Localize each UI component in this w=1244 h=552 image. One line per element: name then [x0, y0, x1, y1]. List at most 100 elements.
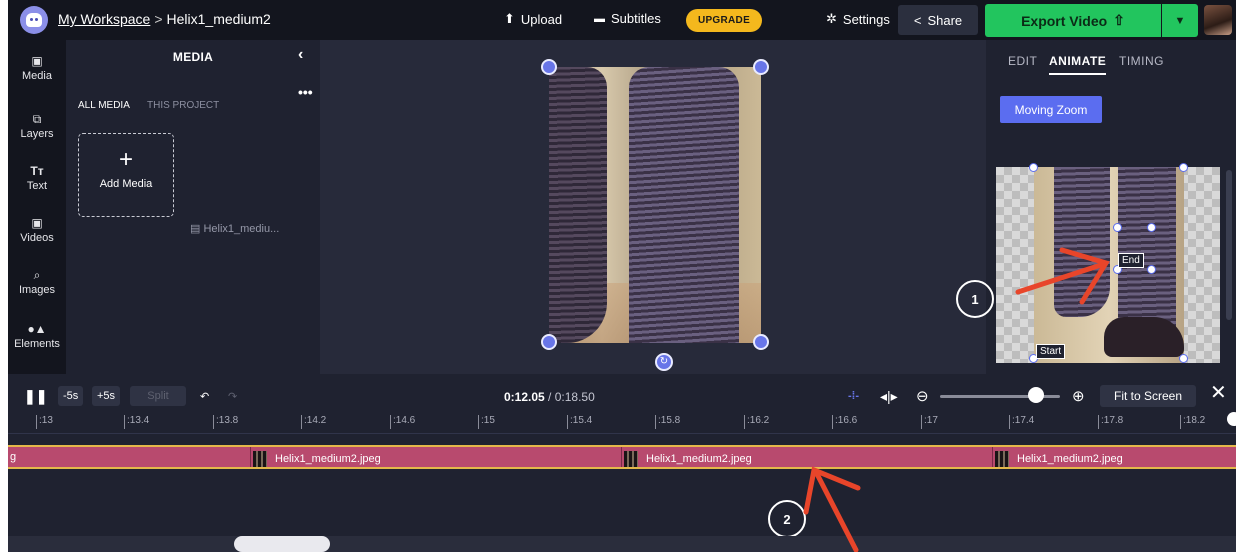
rail-label: Elements [14, 338, 60, 350]
undo-button[interactable]: ↶ [200, 386, 209, 406]
timeline-clip[interactable]: Helix1_medium2.jpeg [253, 451, 381, 467]
media-panel: MEDIA ‹ ••• ALL MEDIA THIS PROJECT + Add… [66, 40, 320, 374]
export-video-button[interactable]: Export Video ⇧ [985, 4, 1161, 37]
clip-name: Helix1_medium2.jpeg [275, 453, 381, 465]
ruler-tick: :15 [478, 415, 495, 429]
zoom-in-button[interactable]: ⊕ [1072, 386, 1085, 406]
clip-divider [992, 447, 993, 467]
split-label: Split [147, 390, 169, 402]
rail-item-text[interactable]: Tт Text [8, 164, 66, 192]
end-frame-handle[interactable] [1147, 223, 1156, 232]
tab-animate[interactable]: ANIMATE [1049, 54, 1107, 75]
gear-icon: ✲ [826, 11, 837, 26]
redo-icon: ↷ [228, 390, 238, 403]
pause-icon: ❚❚ [24, 387, 48, 404]
subtitles-button[interactable]: ▬ Subtitles [594, 11, 661, 26]
zoom-slider-knob[interactable] [1028, 387, 1044, 403]
rail-item-layers[interactable]: ⧉ Layers [8, 112, 66, 140]
rail-item-elements[interactable]: ●▲ Elements [8, 322, 66, 350]
clip-thumbnail [995, 451, 1009, 467]
rail-item-videos[interactable]: ▣ Videos [8, 216, 66, 244]
upgrade-button[interactable]: UPGRADE [686, 9, 762, 32]
annotation-marker-2: 2 [768, 500, 806, 538]
layers-icon: ⧉ [32, 112, 42, 126]
add-media-label: Add Media [99, 178, 153, 190]
timeline-scroll-thumb[interactable] [234, 536, 330, 552]
start-frame-handle[interactable] [1179, 163, 1188, 172]
images-icon: ⌕ [33, 268, 41, 282]
animation-preview: End Start [996, 163, 1220, 363]
split-button[interactable]: Split [130, 386, 186, 406]
tab-timing[interactable]: TIMING [1119, 54, 1164, 68]
upload-icon: ⬆ [504, 11, 515, 26]
rail-label: Layers [20, 128, 54, 140]
app-logo[interactable] [20, 6, 48, 34]
snap-toggle[interactable]: -⁞- [848, 386, 859, 406]
panel-scrollbar[interactable] [1226, 170, 1232, 320]
ruler-scroll-knob[interactable] [1227, 412, 1236, 426]
pause-button[interactable]: ❚❚ [24, 386, 47, 406]
zoom-in-icon: ⊕ [1072, 388, 1085, 405]
split-at-playhead-button[interactable]: ◂|▸ [880, 386, 898, 406]
elements-icon: ●▲ [27, 322, 47, 336]
rotate-handle[interactable]: ↻ [655, 353, 673, 371]
timeline-clip[interactable]: Helix1_medium2.jpeg [624, 451, 752, 467]
media-file-name: Helix1_mediu... [203, 223, 280, 235]
rotate-icon: ↻ [659, 356, 669, 367]
tab-edit[interactable]: EDIT [1008, 54, 1037, 68]
start-frame-handle[interactable] [1179, 354, 1188, 363]
collapse-panel-icon[interactable]: ‹ [298, 46, 303, 64]
share-button[interactable]: < Share [898, 5, 978, 35]
media-file-item[interactable]: ▤ Helix1_mediu... [190, 222, 279, 235]
ruler-tick: :14.2 [301, 415, 326, 429]
ruler-tick: :17 [921, 415, 938, 429]
end-frame-tag: End [1118, 253, 1144, 268]
workspace-link[interactable]: My Workspace [58, 11, 150, 27]
ruler-tick: :16.2 [744, 415, 769, 429]
timeline-ruler[interactable]: :13 :13.4 :13.8 :14.2 :14.6 :15 :15.4 :1… [8, 412, 1236, 434]
user-avatar[interactable] [1204, 5, 1232, 35]
project-title[interactable]: Helix1_medium2 [167, 11, 271, 27]
timeline-scrollbar[interactable] [8, 536, 1236, 552]
clip-name: Helix1_medium2.jpeg [1017, 453, 1123, 465]
end-frame-handle[interactable] [1113, 223, 1122, 232]
subtitles-label: Subtitles [611, 11, 661, 26]
text-icon: Tт [30, 164, 44, 178]
canvas-image[interactable] [549, 67, 761, 343]
preview-sock-left [1054, 167, 1110, 317]
upload-button[interactable]: ⬆ Upload [504, 11, 562, 27]
media-icon: ▣ [31, 54, 43, 68]
close-timeline-icon[interactable]: ✕ [1210, 380, 1227, 405]
empty-track-area[interactable] [8, 469, 1236, 536]
resize-handle-bottom-left[interactable] [541, 334, 557, 350]
redo-button[interactable]: ↷ [228, 386, 237, 406]
fit-to-screen-button[interactable]: Fit to Screen [1100, 385, 1196, 407]
rail-label: Media [22, 70, 52, 82]
resize-handle-bottom-right[interactable] [753, 334, 769, 350]
settings-button[interactable]: ✲ Settings [826, 11, 890, 27]
timeline-clip[interactable]: Helix1_medium2.jpeg [995, 451, 1123, 467]
back-5s-button[interactable]: -5s [58, 386, 84, 406]
resize-handle-top-right[interactable] [753, 59, 769, 75]
end-frame-handle[interactable] [1147, 265, 1156, 274]
resize-handle-top-left[interactable] [541, 59, 557, 75]
total-time: / 0:18.50 [548, 390, 595, 404]
share-icon: < [913, 12, 922, 28]
add-media-button[interactable]: + Add Media [78, 133, 174, 217]
properties-panel: EDIT ANIMATE TIMING Moving Zoom End Star… [956, 40, 1236, 374]
ruler-tick: :13 [36, 415, 53, 429]
start-frame-handle[interactable] [1029, 163, 1038, 172]
export-options-dropdown[interactable]: ▼ [1162, 4, 1198, 37]
logo-icon [26, 13, 42, 27]
image-track[interactable]: g Helix1_medium2.jpeg Helix1_medium2.jpe… [8, 445, 1236, 469]
tab-this-project[interactable]: THIS PROJECT [147, 100, 219, 111]
tab-all-media[interactable]: ALL MEDIA [78, 100, 130, 111]
more-options-icon[interactable]: ••• [298, 84, 313, 100]
ruler-tick: :18.2 [1180, 415, 1205, 429]
rail-item-media[interactable]: ▣ Media [8, 54, 66, 82]
zoom-out-button[interactable]: ⊖ [916, 386, 929, 406]
rail-item-images[interactable]: ⌕ Images [8, 268, 66, 296]
forward-5s-button[interactable]: +5s [92, 386, 121, 406]
export-icon: ⇧ [1113, 12, 1125, 28]
moving-zoom-button[interactable]: Moving Zoom [1000, 96, 1102, 123]
